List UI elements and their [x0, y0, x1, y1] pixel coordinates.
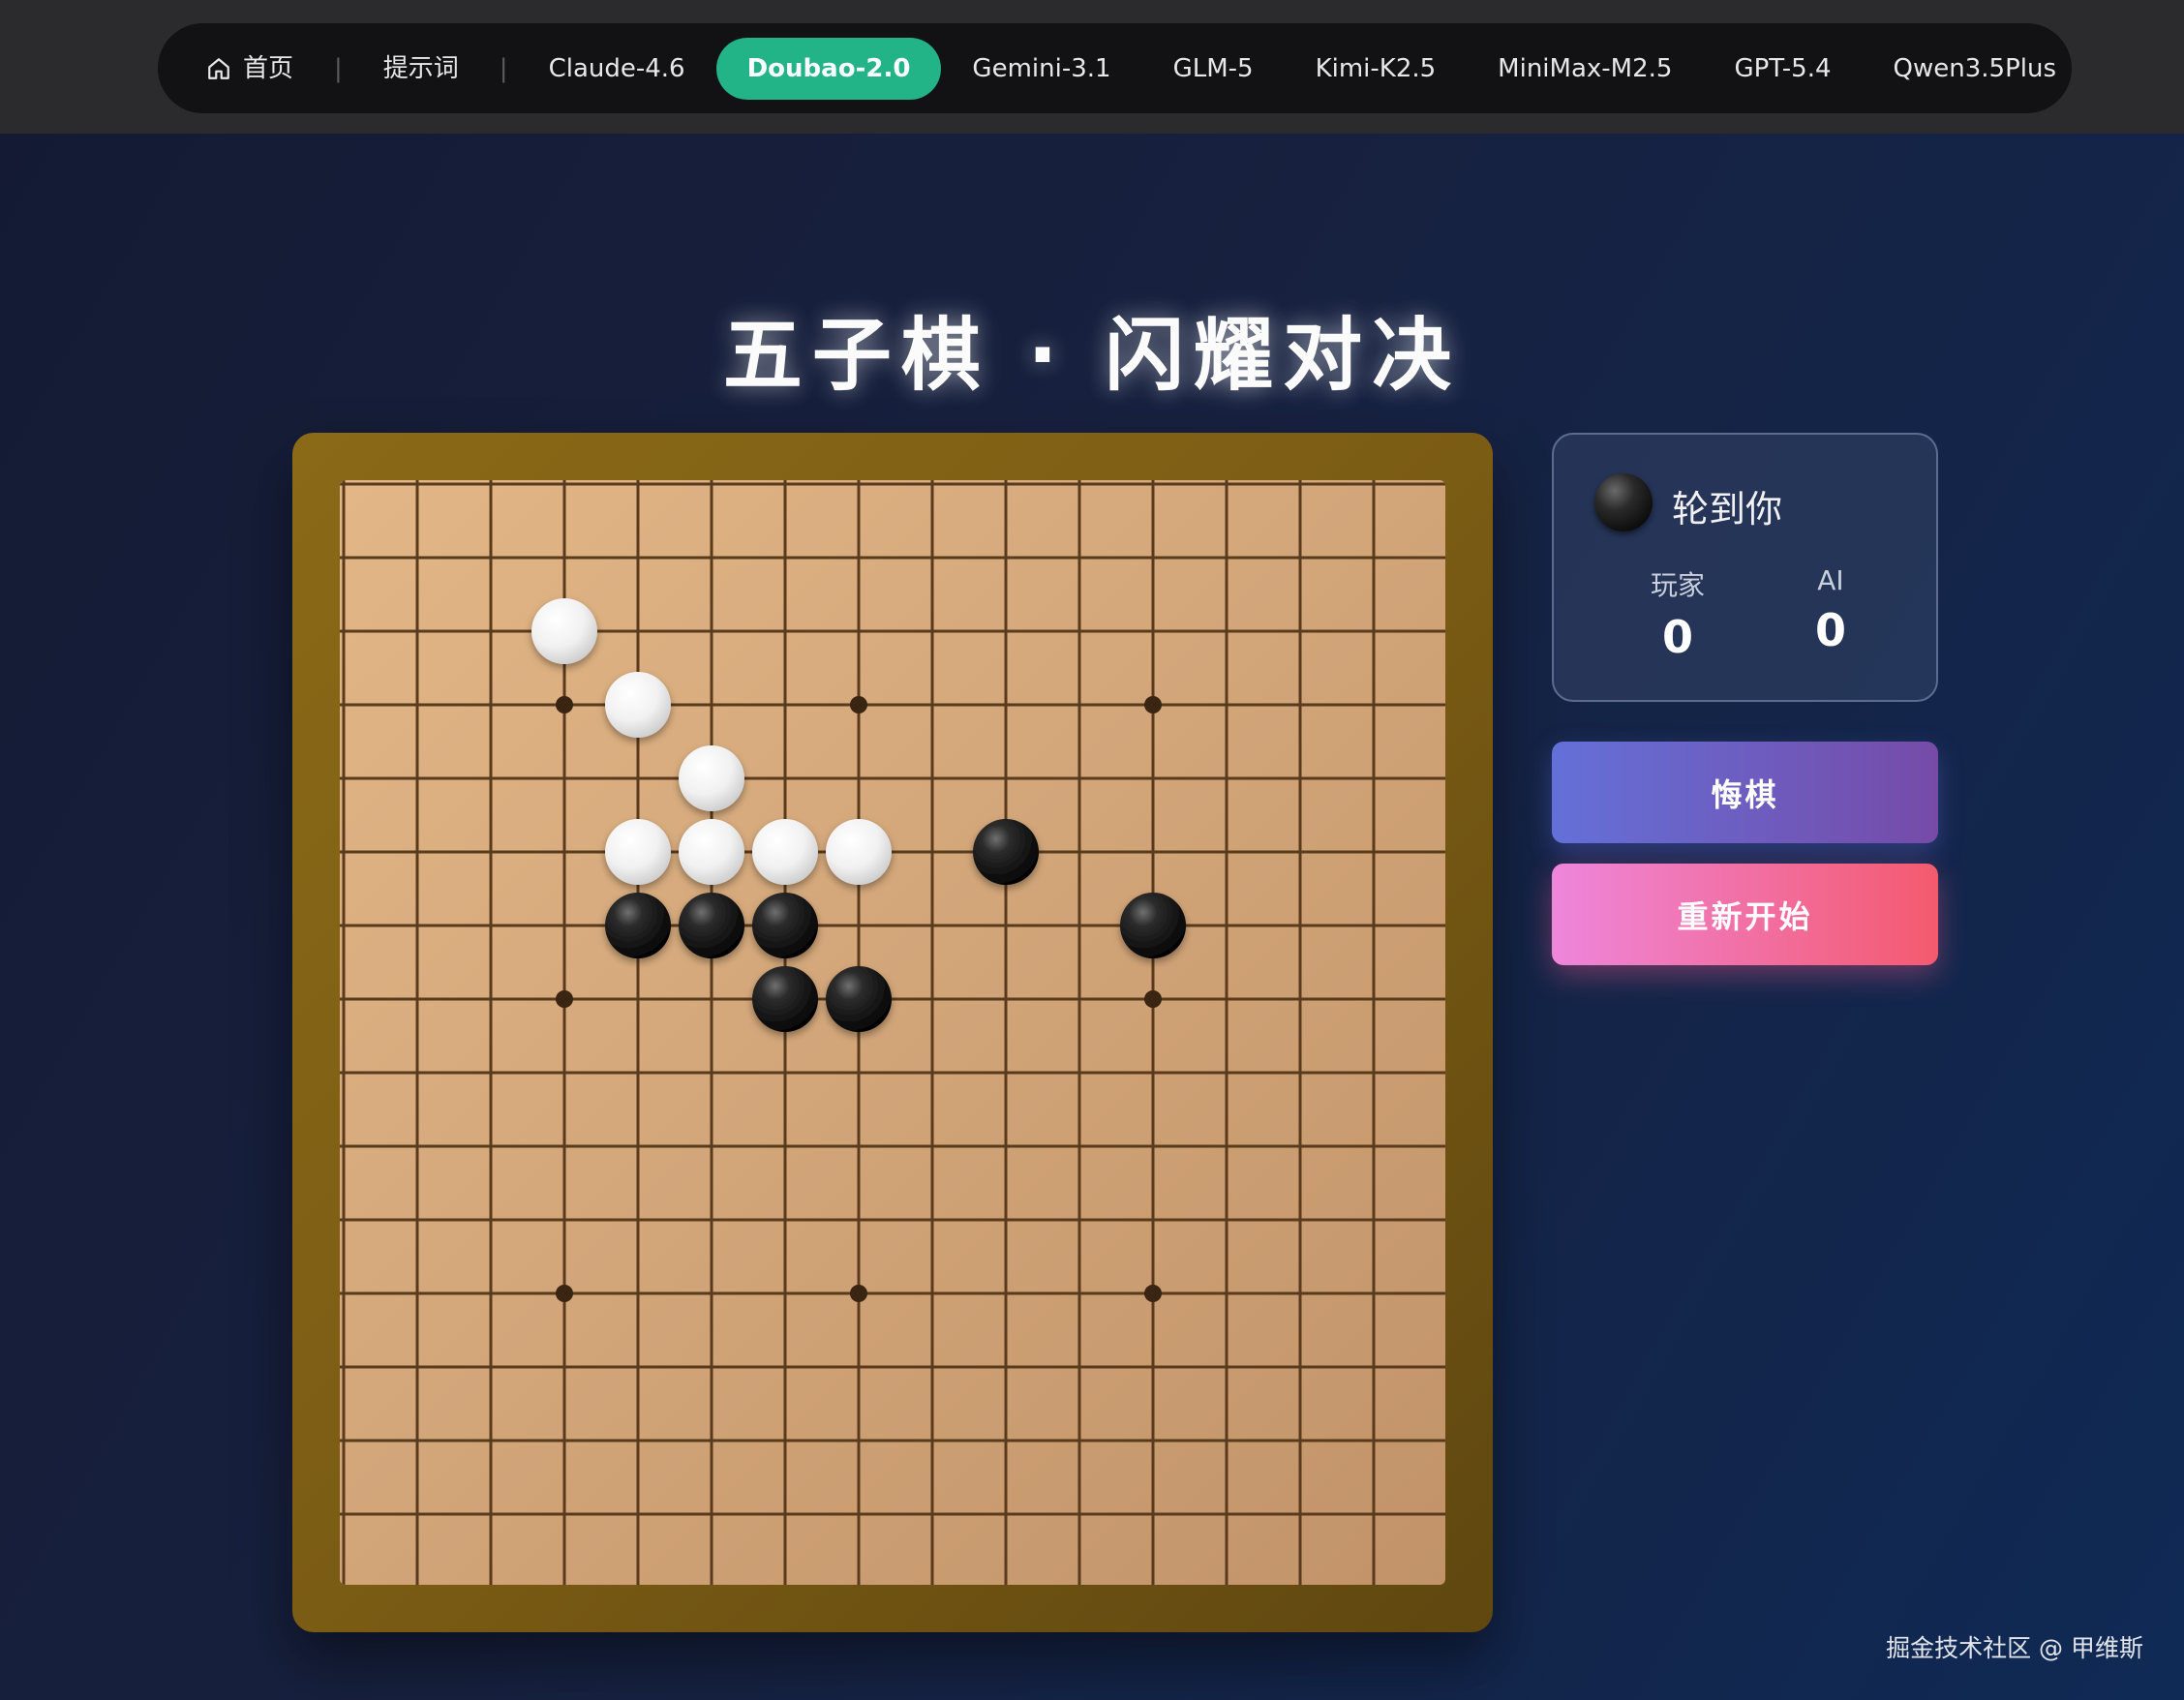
- star-point: [1144, 1285, 1162, 1302]
- nav-item-prompt[interactable]: 提示词: [352, 38, 490, 100]
- white-stone: [679, 819, 744, 885]
- star-point: [556, 696, 573, 713]
- black-stone: [1120, 893, 1186, 958]
- nav-item-glm[interactable]: GLM-5: [1142, 38, 1285, 100]
- ai-score: AI 0: [1773, 564, 1889, 656]
- credit-watermark: 掘金技术社区 @ 甲维斯: [1886, 1634, 2143, 1662]
- white-stone: [826, 819, 892, 885]
- nav-item-claude[interactable]: Claude-4.6: [518, 38, 716, 100]
- player-score: 玩家 0: [1620, 564, 1736, 663]
- black-stone: [826, 966, 892, 1032]
- black-stone: [752, 966, 818, 1032]
- black-stone: [752, 893, 818, 958]
- white-stone: [605, 672, 671, 738]
- status-card: 轮到你 玩家 0 AI 0: [1552, 433, 1938, 702]
- page-title: 五子棋 · 闪耀对决: [722, 310, 1462, 402]
- nav-item-label: 首页: [243, 53, 294, 83]
- white-stone: [752, 819, 818, 885]
- gomoku-board[interactable]: [340, 480, 1445, 1585]
- star-point: [556, 1285, 573, 1302]
- black-stone: [605, 893, 671, 958]
- ai-score-value: 0: [1814, 604, 1846, 656]
- star-point: [1144, 696, 1162, 713]
- turn-stone-icon: [1594, 473, 1653, 531]
- turn-indicator: 轮到你: [1672, 488, 1783, 531]
- nav-item-minimax[interactable]: MiniMax-M2.5: [1467, 38, 1703, 100]
- nav-separator: |: [499, 53, 508, 83]
- top-bar: 首页 | 提示词 | Claude-4.6 Doubao-2.0 Gemini-…: [0, 0, 2184, 134]
- star-point: [556, 990, 573, 1008]
- gomoku-board-frame: [292, 433, 1493, 1632]
- restart-button[interactable]: 重新开始: [1552, 864, 1938, 965]
- nav-item-doubao[interactable]: Doubao-2.0: [715, 37, 942, 100]
- white-stone: [679, 745, 744, 811]
- star-point: [850, 696, 867, 713]
- model-nav: 首页 | 提示词 | Claude-4.6 Doubao-2.0 Gemini-…: [158, 23, 2072, 113]
- undo-button[interactable]: 悔棋: [1552, 742, 1938, 843]
- black-stone: [679, 893, 744, 958]
- ai-score-label: AI: [1817, 564, 1844, 596]
- board-grid[interactable]: [340, 480, 1445, 1585]
- nav-separator: |: [334, 53, 343, 83]
- nav-item-qwen[interactable]: Qwen3.5Plus: [1863, 38, 2087, 100]
- nav-item-gpt[interactable]: GPT-5.4: [1703, 38, 1862, 100]
- star-point: [850, 1285, 867, 1302]
- player-score-label: 玩家: [1650, 569, 1705, 601]
- white-stone: [531, 598, 597, 664]
- home-icon: [208, 57, 229, 79]
- black-stone: [973, 819, 1039, 885]
- star-point: [1144, 990, 1162, 1008]
- nav-item-kimi[interactable]: Kimi-K2.5: [1285, 38, 1468, 100]
- white-stone: [605, 819, 671, 885]
- nav-item-gemini[interactable]: Gemini-3.1: [941, 38, 1141, 100]
- player-score-value: 0: [1661, 611, 1693, 663]
- nav-item-home[interactable]: 首页: [206, 38, 324, 100]
